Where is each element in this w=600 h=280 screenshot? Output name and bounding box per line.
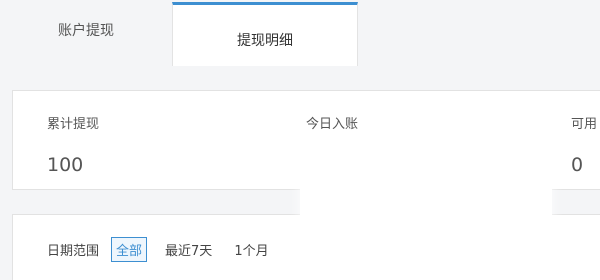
tab-account-withdraw[interactable]: 账户提现 <box>0 2 172 62</box>
tab-bar: 账户提现 提现明细 <box>0 0 600 66</box>
stat-available-value: 0 <box>571 154 584 176</box>
filter-option-all[interactable]: 全部 <box>111 237 148 262</box>
withdraw-details-page: 账户提现 提现明细 累计提现 100 今日入账 0 可用 0 日期范围 全部 最… <box>0 0 600 280</box>
stat-total-withdrawn-label: 累计提现 <box>47 117 100 132</box>
stat-total-withdrawn: 累计提现 100 <box>47 113 99 176</box>
filter-option-1-month[interactable]: 1个月 <box>230 238 272 261</box>
stat-today-income-label: 今日入账 <box>306 117 359 132</box>
blank-overlay-panel <box>300 155 552 275</box>
tab-withdraw-details-label: 提现明细 <box>237 32 293 49</box>
filter-option-7-days[interactable]: 最近7天 <box>161 238 216 261</box>
tab-account-withdraw-label: 账户提现 <box>58 23 114 39</box>
date-filter-row: 日期范围 全部 最近7天 1个月 <box>47 237 287 262</box>
tab-withdraw-details[interactable]: 提现明细 <box>172 2 358 66</box>
date-range-label: 日期范围 <box>47 244 100 259</box>
stat-available: 可用 0 <box>571 113 597 176</box>
stat-total-withdrawn-value: 100 <box>47 154 84 176</box>
stat-available-label: 可用 <box>571 117 598 132</box>
